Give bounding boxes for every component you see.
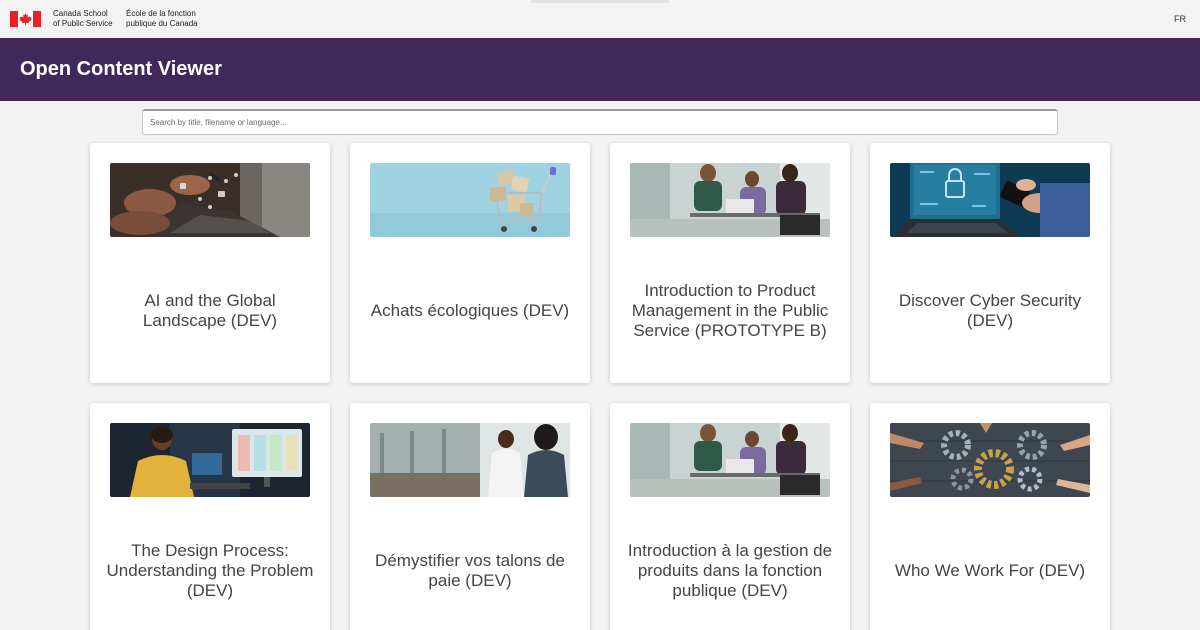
page-title: Open Content Viewer [20, 58, 222, 80]
card-title: Introduction à la gestion de produits da… [627, 541, 833, 600]
cyber-security-laptop-image [890, 163, 1090, 237]
government-signature[interactable]: Canada School of Public Service École de… [10, 9, 216, 29]
card-title: Introduction to Product Management in th… [631, 281, 829, 340]
card-title: Achats écologiques (DEV) [370, 301, 570, 320]
card-title: AI and the Global Landscape (DEV) [142, 291, 278, 330]
org-name-en-line2: of Public Service [53, 19, 113, 28]
team-meeting-image [630, 163, 830, 237]
org-name-fr-line2: publique du Canada [126, 19, 198, 28]
org-name-en: Canada School of Public Service [53, 9, 123, 29]
content-card[interactable]: Achats écologiques (DEV) [350, 143, 590, 383]
canada-flag-icon [10, 11, 41, 27]
app-header: Open Content Viewer [0, 38, 1200, 101]
org-name-en-line1: Canada School [53, 9, 108, 18]
card-title: Démystifier vos talons de paie (DEV) [375, 551, 565, 590]
content-card[interactable]: Introduction à la gestion de produits da… [610, 403, 850, 630]
top-bar: Canada School of Public Service École de… [0, 0, 1200, 38]
org-name-fr-line1: École de la fonction [126, 9, 196, 18]
shopping-cart-boxes-image [370, 163, 570, 237]
content-card[interactable]: Démystifier vos talons de paie (DEV) [350, 403, 590, 630]
org-name-fr: École de la fonction publique du Canada [126, 9, 216, 29]
content-card[interactable]: Introduction to Product Management in th… [610, 143, 850, 383]
content-card[interactable]: Who We Work For (DEV) [870, 403, 1110, 630]
card-title: The Design Process: Understanding the Pr… [106, 541, 314, 600]
language-toggle-link[interactable]: FR [1174, 14, 1186, 24]
content-card[interactable]: AI and the Global Landscape (DEV) [90, 143, 330, 383]
office-conversation-image [370, 423, 570, 497]
search-input[interactable] [142, 109, 1058, 135]
designer-at-monitor-image [110, 423, 310, 497]
card-title: Discover Cyber Security (DEV) [898, 291, 1082, 330]
card-title: Who We Work For (DEV) [894, 561, 1086, 580]
top-tab-handle [530, 0, 670, 3]
hands-with-gears-image [890, 423, 1090, 497]
hands-on-laptop-ai-image [110, 163, 310, 237]
content-card[interactable]: The Design Process: Understanding the Pr… [90, 403, 330, 630]
team-meeting-image [630, 423, 830, 497]
content-card[interactable]: Discover Cyber Security (DEV) [870, 143, 1110, 383]
